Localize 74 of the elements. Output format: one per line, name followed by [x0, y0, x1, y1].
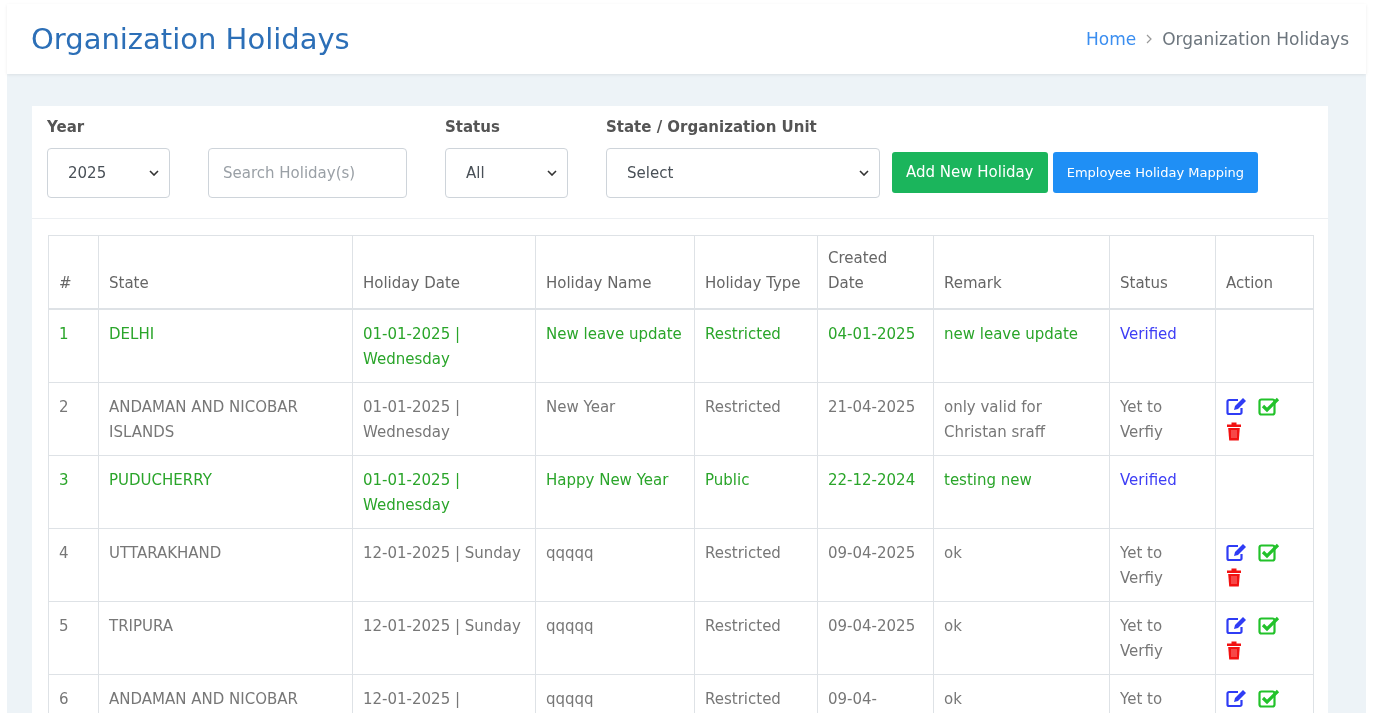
status-cell: Yet to Verfiy [1109, 528, 1216, 602]
name-cell: qqqqq [535, 528, 695, 602]
checkbox-check-icon[interactable] [1258, 543, 1280, 562]
row-number: 6 [48, 674, 99, 713]
status-label: Status [445, 118, 501, 138]
column-header: Holiday Date [352, 235, 536, 309]
column-header: # [48, 235, 99, 309]
name-cell: New leave update [535, 309, 695, 383]
status-cell: Yet to Verfiy [1109, 601, 1216, 675]
remark-cell: new leave update [933, 309, 1110, 383]
created-cell: 21-04-2025 [817, 382, 934, 456]
caret-icon [149, 170, 159, 176]
column-header: Remark [933, 235, 1110, 309]
name-cell: New Year [535, 382, 695, 456]
date-cell: 12-01-2025 | Sunday [352, 528, 536, 602]
row-number: 3 [48, 455, 99, 529]
checkbox-check-icon[interactable] [1258, 616, 1280, 635]
state-cell: ANDAMAN AND NICOBAR ISLANDS [98, 382, 353, 456]
date-cell: 01-01-2025 | Wednesday [352, 382, 536, 456]
created-cell: 09-04-2025 [817, 601, 934, 675]
remark-cell: ok [933, 528, 1110, 602]
column-header: Action [1215, 235, 1314, 309]
state-cell: TRIPURA [98, 601, 353, 675]
created-cell: 22-12-2024 [817, 455, 934, 529]
edit-icon[interactable] [1226, 397, 1248, 416]
column-header: Holiday Name [535, 235, 695, 309]
state-cell: UTTARAKHAND [98, 528, 353, 602]
date-cell: 01-01-2025 | Wednesday [352, 309, 536, 383]
edit-icon[interactable] [1226, 616, 1248, 635]
year-label: Year [47, 118, 86, 138]
remark-cell: only valid for Christan sraff [933, 382, 1110, 456]
type-cell: Restricted [694, 382, 818, 456]
checkbox-check-icon[interactable] [1258, 397, 1280, 416]
unit-label: State / Organization Unit [606, 118, 818, 138]
trash-icon[interactable] [1226, 568, 1242, 587]
status-cell: Verified [1109, 455, 1216, 529]
breadcrumb-current: Organization Holidays [1162, 29, 1349, 49]
type-cell: Restricted [694, 309, 818, 383]
trash-icon[interactable] [1226, 422, 1242, 441]
unit-dropdown[interactable]: Select [606, 148, 880, 198]
year-dropdown[interactable]: 2025 [47, 148, 170, 198]
chevron-right-icon [1145, 34, 1154, 44]
column-header: Status [1109, 235, 1216, 309]
row-number: 4 [48, 528, 99, 602]
row-number: 2 [48, 382, 99, 456]
remark-cell: ok [933, 601, 1110, 675]
date-cell: 12-01-2025 | Sunday [352, 601, 536, 675]
page-title: Organization Holidays [31, 22, 350, 56]
type-cell: Public [694, 455, 818, 529]
name-cell: qqqqq [535, 601, 695, 675]
row-number: 1 [48, 309, 99, 383]
caret-icon [547, 170, 557, 176]
column-header: State [98, 235, 353, 309]
state-cell: PUDUCHERRY [98, 455, 353, 529]
type-cell: Restricted [694, 528, 818, 602]
date-cell: 01-01-2025 | Wednesday [352, 455, 536, 529]
status-cell: Yet to Verfiy [1109, 382, 1216, 456]
row-number: 5 [48, 601, 99, 675]
checkbox-check-icon[interactable] [1258, 689, 1280, 708]
search-field[interactable]: Search Holiday(s) [208, 148, 407, 198]
created-cell: 09-04-2025 [817, 528, 934, 602]
column-header: Created Date [817, 235, 934, 309]
name-cell: Happy New Year [535, 455, 695, 529]
edit-icon[interactable] [1226, 543, 1248, 562]
status-dropdown[interactable]: All [445, 148, 568, 198]
caret-icon [859, 170, 869, 176]
column-header: Holiday Type [694, 235, 818, 309]
type-cell: Restricted [694, 601, 818, 675]
edit-icon[interactable] [1226, 689, 1248, 708]
trash-icon[interactable] [1226, 641, 1242, 660]
state-cell: DELHI [98, 309, 353, 383]
remark-cell: testing new [933, 455, 1110, 529]
status-cell: Verified [1109, 309, 1216, 383]
created-cell: 04-01-2025 [817, 309, 934, 383]
